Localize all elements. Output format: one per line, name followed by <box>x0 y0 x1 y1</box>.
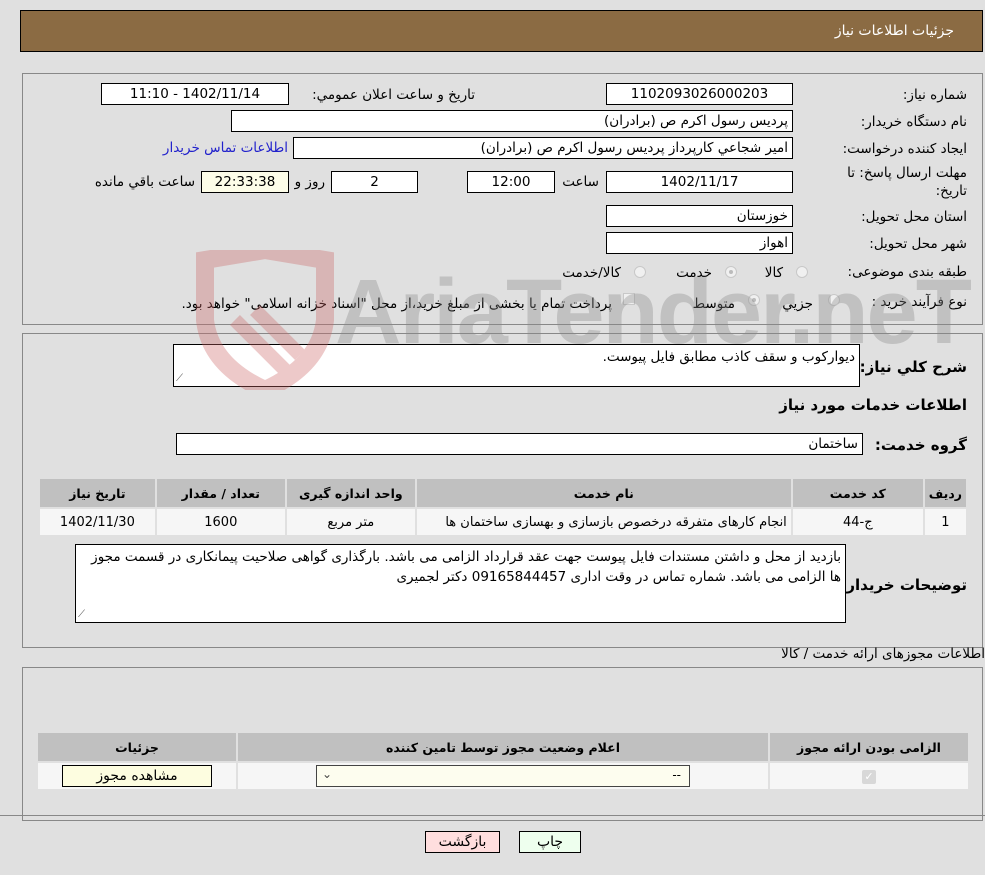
bottom-divider <box>0 815 985 816</box>
cell-unit: متر مربع <box>284 507 417 537</box>
resize-grip-icon[interactable]: ⟋ <box>78 610 88 620</box>
col-service-code: كد خدمت <box>790 477 925 509</box>
page-header: جزئيات اطلاعات نياز <box>20 10 983 52</box>
process-radio-medium[interactable] <box>748 294 760 306</box>
buyer-notes-textarea[interactable]: بازديد از محل و داشتن مستندات فايل پيوست… <box>75 544 846 623</box>
service-group-label: گروه خدمت: <box>874 436 967 454</box>
deadline-time-label: ساعت <box>562 174 599 190</box>
process-type-label: نوع فرآيند خريد : <box>871 294 967 310</box>
table-row: ✓ -- ⌄ مشاهده مجوز <box>36 761 970 791</box>
requester-field[interactable]: امير شجاعي كارپرداز پرديس رسول اكرم ص (ب… <box>293 137 793 159</box>
need-number-label: شماره نياز: <box>902 87 967 103</box>
cell-need-date: 1402/11/30 <box>38 507 157 537</box>
category-option-service: خدمت <box>676 265 712 281</box>
category-radio-goods[interactable] <box>796 266 808 278</box>
back-button[interactable]: بازگشت <box>425 831 500 853</box>
treasury-checkbox[interactable] <box>623 293 635 305</box>
deadline-label: مهلت ارسال پاسخ: تا <box>847 165 967 181</box>
chevron-down-icon: ⌄ <box>322 767 333 781</box>
city-field[interactable]: اهواز <box>606 232 793 254</box>
cell-service-name: انجام كارهای متفرقه درخصوص بازسازی و بهس… <box>414 507 793 537</box>
cell-quantity: 1600 <box>154 507 287 537</box>
requester-label: ايجاد كننده درخواست: <box>842 141 967 157</box>
category-option-goods: كالا <box>764 265 783 281</box>
col-service-name: نام خدمت <box>414 477 793 509</box>
services-section-title: اطلاعات خدمات مورد نياز <box>779 396 967 414</box>
category-radio-goods-service[interactable] <box>634 266 646 278</box>
treasury-note: پرداخت تمام يا بخشی از مبلغ خريد،از محل … <box>181 296 612 312</box>
permits-section-title: اطلاعات مجوزهای ارائه خدمت / كالا <box>781 646 985 662</box>
category-label: طبقه بندی موضوعی: <box>847 264 967 280</box>
cell-permit-status: -- ⌄ <box>236 761 770 791</box>
cell-row-number: 1 <box>922 507 969 537</box>
deadline-date-field[interactable]: 1402/11/17 <box>606 171 793 193</box>
permit-status-value: -- <box>672 768 681 782</box>
col-need-date: تاريخ نياز <box>38 477 157 509</box>
deadline-label-line2: تاريخ: <box>935 183 967 199</box>
days-label: روز و <box>294 174 325 190</box>
col-permit-status: اعلام وضعيت مجوز توسط تامين كننده <box>236 731 770 763</box>
col-quantity: تعداد / مقدار <box>154 477 287 509</box>
services-table-header: رديف كد خدمت نام خدمت واحد اندازه گيری ت… <box>38 477 969 509</box>
province-field[interactable]: خوزستان <box>606 205 793 227</box>
remaining-days-field[interactable]: 2 <box>331 171 418 193</box>
buyer-contact-link[interactable]: اطلاعات تماس خريدار <box>163 140 288 156</box>
col-row-number: رديف <box>922 477 969 509</box>
process-option-medium: متوسط <box>692 296 735 312</box>
deadline-time-field[interactable]: 12:00 <box>467 171 555 193</box>
description-textarea[interactable]: ديواركوب و سقف كاذب مطابق فايل پيوست. ⟋ <box>173 344 860 387</box>
resize-grip-icon[interactable]: ⟋ <box>176 374 186 384</box>
process-radio-minor[interactable] <box>828 294 840 306</box>
category-radio-service[interactable] <box>725 266 737 278</box>
permit-status-select[interactable]: -- ⌄ <box>316 765 690 787</box>
cell-permit-required: ✓ <box>768 761 970 791</box>
city-label: شهر محل تحويل: <box>869 236 967 252</box>
service-group-field[interactable]: ساختمان <box>176 433 863 455</box>
cell-service-code: ج-44 <box>790 507 925 537</box>
description-text: ديواركوب و سقف كاذب مطابق فايل پيوست. <box>602 349 855 365</box>
category-option-goods-service: كالا/خدمت <box>562 265 621 281</box>
remaining-time-field: 22:33:38 <box>201 171 289 193</box>
page-title: جزئيات اطلاعات نياز <box>834 23 954 39</box>
print-button[interactable]: چاپ <box>519 831 581 853</box>
col-permit-required: الزامی بودن ارائه مجوز <box>768 731 970 763</box>
services-table: رديف كد خدمت نام خدمت واحد اندازه گيری ت… <box>38 477 969 537</box>
buyer-org-label: نام دستگاه خريدار: <box>860 114 967 130</box>
description-label: شرح كلي نياز: <box>859 358 967 376</box>
col-unit: واحد اندازه گيری <box>284 477 417 509</box>
process-option-minor: جزيي <box>782 296 813 312</box>
need-number-field[interactable]: 1102093026000203 <box>606 83 793 105</box>
permits-table: الزامی بودن ارائه مجوز اعلام وضعيت مجوز … <box>36 731 970 791</box>
col-permit-details: جزئيات <box>36 731 238 763</box>
buyer-org-field[interactable]: پرديس رسول اكرم ص (برادران) <box>231 110 793 132</box>
view-permit-button[interactable]: مشاهده مجوز <box>62 765 212 787</box>
permits-table-header: الزامی بودن ارائه مجوز اعلام وضعيت مجوز … <box>36 731 970 763</box>
cell-permit-details: مشاهده مجوز <box>36 761 238 791</box>
announce-datetime-label: تاريخ و ساعت اعلان عمومي: <box>312 87 475 103</box>
buyer-notes-text: بازديد از محل و داشتن مستندات فايل پيوست… <box>91 549 841 585</box>
buyer-notes-label: توضيحات خريدار: <box>840 576 967 594</box>
remaining-time-label: ساعت باقي مانده <box>94 174 195 190</box>
table-row: 1 ج-44 انجام كارهای متفرقه درخصوص بازساز… <box>38 507 969 537</box>
permit-required-checkbox: ✓ <box>862 769 876 784</box>
province-label: استان محل تحويل: <box>861 209 967 225</box>
announce-datetime-field[interactable]: 1402/11/14 - 11:10 <box>101 83 289 105</box>
